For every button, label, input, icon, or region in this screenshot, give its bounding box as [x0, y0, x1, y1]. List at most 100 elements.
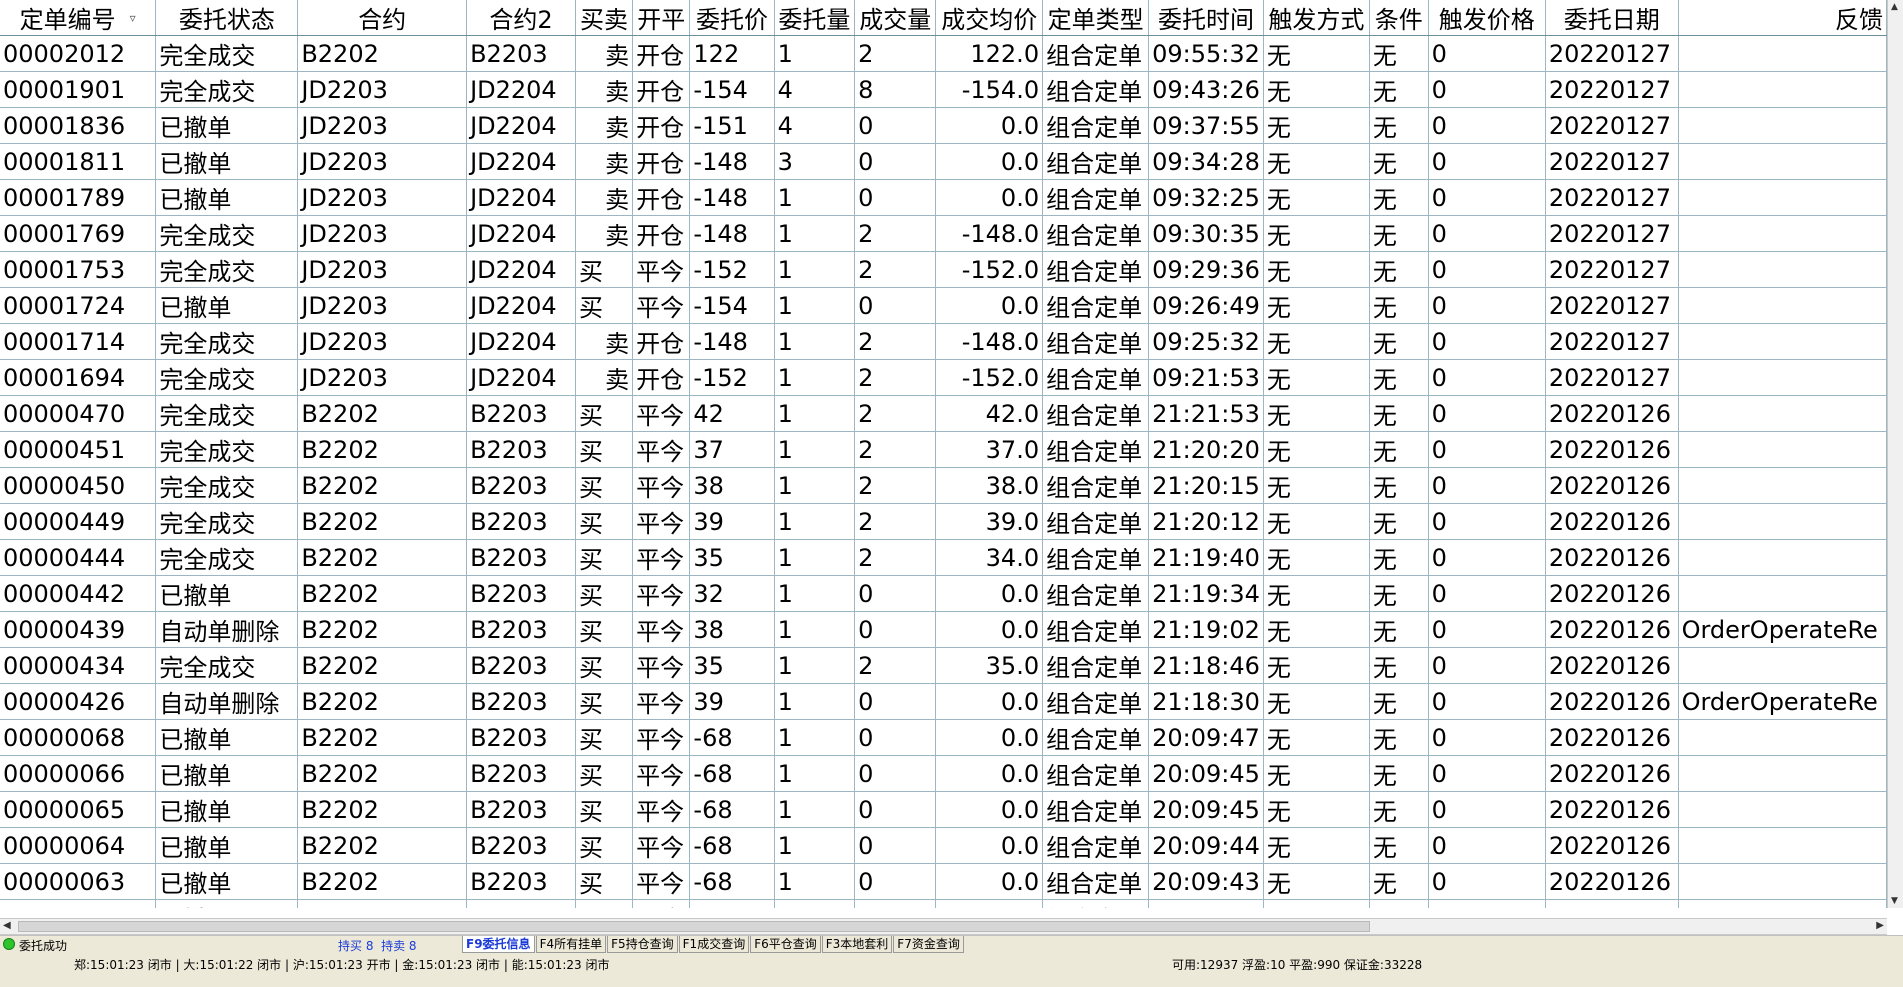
cell-condition: 无	[1369, 395, 1429, 432]
column-header-order-type[interactable]: 定单类型	[1042, 0, 1150, 36]
table-row[interactable]: 00001694 完全成交 JD2203 JD2204 卖开仓 -152 1 2 -152.0 组…	[0, 359, 1887, 396]
cell-avg-price: 0.0	[935, 899, 1044, 908]
column-header-open-close[interactable]: 开平	[632, 0, 691, 36]
column-header-order-time[interactable]: 委托时间	[1148, 0, 1264, 36]
table-row[interactable]: 00000450 完全成交 B2202 B2203 买平今 38 1 2 38.0 组合定单 21:…	[0, 467, 1887, 504]
tab-2[interactable]: F5持仓查询	[607, 936, 678, 953]
horizontal-scrollbar[interactable]: ◀ ▶	[0, 918, 1887, 935]
table-row[interactable]: 00001836 已撤单 JD2203 JD2204 卖开仓 -151 4 0 0.0 组合定单 0…	[0, 107, 1887, 144]
tab-5[interactable]: F3本地套利	[821, 936, 893, 953]
column-header-feedback[interactable]: 反馈	[1678, 0, 1887, 36]
cell-feedback	[1678, 179, 1887, 216]
vertical-scrollbar[interactable]: ▲ ▼	[1887, 0, 1903, 908]
column-header-trigger-mode[interactable]: 触发方式	[1263, 0, 1370, 36]
tab-4[interactable]: F6平仓查询	[750, 936, 821, 953]
cell-order-date: 20220127	[1545, 323, 1679, 360]
scroll-right-arrow-icon[interactable]: ▶	[1876, 920, 1884, 931]
column-header-order-qty[interactable]: 委托量	[774, 0, 856, 36]
cell-contract: JD2203	[297, 323, 468, 360]
table-row[interactable]: 00000064 已撤单 B2202 B2203 买平今 -68 1 0 0.0 组合定单 20:0…	[0, 827, 1887, 864]
scroll-down-arrow-icon[interactable]: ▼	[1891, 896, 1898, 906]
cell-trigger-mode: 无	[1263, 791, 1370, 828]
cell-order-price: -68	[689, 863, 775, 900]
column-header-trigger-price[interactable]: 触发价格	[1428, 0, 1546, 36]
table-row[interactable]: 00000451 完全成交 B2202 B2203 买平今 37 1 2 37.0 组合定单 21:…	[0, 431, 1887, 468]
cell-trigger-mode: 无	[1263, 179, 1370, 216]
cell-direction: 买	[575, 863, 634, 900]
cell-condition: 无	[1369, 107, 1429, 144]
sort-descending-icon[interactable]: ▿	[130, 11, 136, 25]
cell-filled-qty: 2	[854, 35, 937, 72]
cell-trigger-price: 0	[1428, 215, 1546, 252]
scroll-left-arrow-icon[interactable]: ◀	[3, 920, 11, 931]
cell-filled-qty: 0	[854, 899, 937, 908]
cell-order-date: 20220126	[1545, 899, 1679, 908]
column-header-condition[interactable]: 条件	[1369, 0, 1429, 36]
cell-trigger-price: 0	[1428, 179, 1546, 216]
table-row[interactable]: 00001811 已撤单 JD2203 JD2204 卖开仓 -148 3 0 0.0 组合定单 0…	[0, 143, 1887, 180]
table-row[interactable]: 00001769 完全成交 JD2203 JD2204 卖开仓 -148 1 2 -148.0 组…	[0, 215, 1887, 252]
column-header-status[interactable]: 委托状态	[155, 0, 299, 36]
table-row[interactable]: 00000444 完全成交 B2202 B2203 买平今 35 1 2 34.0 组合定单 21:…	[0, 539, 1887, 576]
horizontal-scroll-thumb[interactable]	[18, 921, 1370, 932]
table-row[interactable]: 00002012 完全成交 B2202 B2203 卖开仓 122 1 2 122.0 组合定单 0…	[0, 35, 1887, 72]
table-row[interactable]: 00001901 完全成交 JD2203 JD2204 卖开仓 -154 4 8 -154.0 组…	[0, 71, 1887, 108]
table-row[interactable]: 00000449 完全成交 B2202 B2203 买平今 39 1 2 39.0 组合定单 21:…	[0, 503, 1887, 540]
column-header-contract[interactable]: 合约	[297, 0, 468, 36]
column-header-order-id[interactable]: 定单编号 ▿	[0, 0, 157, 36]
table-row[interactable]: 00001714 完全成交 JD2203 JD2204 卖开仓 -148 1 2 -148.0 组…	[0, 323, 1887, 360]
cell-order-price: 37	[689, 431, 775, 468]
cell-order-id: 00000065	[0, 791, 157, 828]
cell-trigger-price: 0	[1428, 755, 1546, 792]
table-row[interactable]: 00000066 已撤单 B2202 B2203 买平今 -68 1 0 0.0 组合定单 20:0…	[0, 755, 1887, 792]
cell-order-id: 00001836	[0, 107, 157, 144]
table-row[interactable]: 00000068 已撤单 B2202 B2203 买平今 -68 1 0 0.0 组合定单 20:0…	[0, 719, 1887, 756]
table-row[interactable]: 00001724 已撤单 JD2203 JD2204 买平今 -154 1 0 0.0 组合定单 0…	[0, 287, 1887, 324]
column-header-avg-price[interactable]: 成交均价	[935, 0, 1044, 36]
cell-order-type: 组合定单	[1042, 575, 1150, 612]
cell-trigger-mode: 无	[1263, 611, 1370, 648]
table-row[interactable]: 00000426 自动单删除 B2202 B2203 买平今 39 1 0 0.0 组合定单 21:…	[0, 683, 1887, 720]
table-row[interactable]: 00001753 完全成交 JD2203 JD2204 买平今 -152 1 2 -152.0 组…	[0, 251, 1887, 288]
cell-order-date: 20220126	[1545, 827, 1679, 864]
column-header-order-date[interactable]: 委托日期	[1545, 0, 1679, 36]
tab-1[interactable]: F4所有挂单	[535, 936, 607, 953]
cell-contract2: B2203	[466, 647, 576, 684]
table-row[interactable]: 00000434 完全成交 B2202 B2203 买平今 35 1 2 35.0 组合定单 21:…	[0, 647, 1887, 684]
cell-contract2: JD2204	[466, 107, 576, 144]
cell-order-qty: 1	[774, 755, 856, 792]
table-row[interactable]: 00001789 已撤单 JD2203 JD2204 卖开仓 -148 1 0 0.0 组合定单 0…	[0, 179, 1887, 216]
cell-filled-qty: 2	[854, 539, 937, 576]
cell-contract2: B2203	[466, 575, 576, 612]
tab-6[interactable]: F7资金查询	[893, 936, 964, 953]
column-header-order-price[interactable]: 委托价	[689, 0, 775, 36]
cell-open-close: 平今	[632, 827, 691, 864]
table-row[interactable]: 00000442 已撤单 B2202 B2203 买平今 32 1 0 0.0 组合定单 21:19…	[0, 575, 1887, 612]
tab-0[interactable]: F9委托信息	[462, 936, 535, 953]
table-row[interactable]: 00000061已撤单B2202B2203买平今-68100.0组合定单20:0…	[0, 899, 1887, 908]
cell-trigger-mode: 无	[1263, 395, 1370, 432]
table-row[interactable]: 00000439 自动单删除 B2202 B2203 买平今 38 1 0 0.0 组合定单 21:…	[0, 611, 1887, 648]
column-header-direction[interactable]: 买卖	[575, 0, 634, 36]
table-row[interactable]: 00000063 已撤单 B2202 B2203 买平今 -68 1 0 0.0 组合定单 20:0…	[0, 863, 1887, 900]
cell-order-id: 00000068	[0, 719, 157, 756]
cell-contract2: B2203	[466, 791, 576, 828]
cell-trigger-mode: 无	[1263, 575, 1370, 612]
cell-status: 完全成交	[155, 323, 299, 360]
market-status-text: 郑:15:01:23 闭市 | 大:15:01:22 闭市 | 沪:15:01:…	[74, 958, 610, 972]
column-header-filled-qty[interactable]: 成交量	[854, 0, 937, 36]
cell-trigger-mode: 无	[1263, 431, 1370, 468]
tab-3[interactable]: F1成交查询	[678, 936, 750, 953]
cell-condition: 无	[1369, 179, 1429, 216]
cell-feedback	[1678, 71, 1887, 108]
status-message: 委托成功	[19, 939, 68, 953]
table-row[interactable]: 00000470 完全成交 B2202 B2203 买平今 42 1 2 42.0 组合定单 21:…	[0, 395, 1887, 432]
cell-condition: 无	[1369, 539, 1429, 576]
cell-order-type: 组合定单	[1042, 755, 1150, 792]
cell-order-price: -154	[689, 71, 775, 108]
table-row[interactable]: 00000065 已撤单 B2202 B2203 买平今 -68 1 0 0.0 组合定单 20:0…	[0, 791, 1887, 828]
scroll-up-arrow-icon[interactable]: ▲	[1891, 2, 1898, 12]
cell-contract2: B2203	[466, 35, 576, 72]
cell-trigger-price: 0	[1428, 575, 1546, 612]
column-header-contract2[interactable]: 合约2	[466, 0, 576, 36]
